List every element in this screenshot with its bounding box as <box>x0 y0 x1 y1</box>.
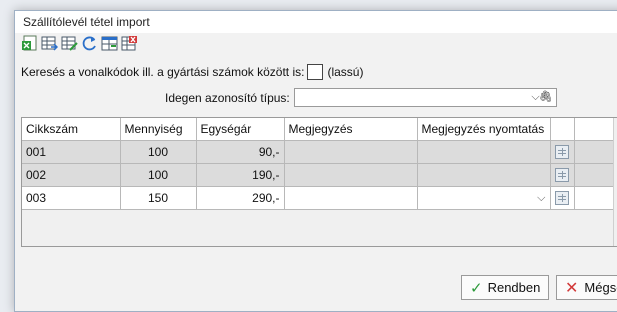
table-row[interactable]: 002 100 190,- <box>22 163 615 187</box>
cancel-label: Mégse <box>584 280 617 295</box>
cell-filler <box>574 163 615 187</box>
foreign-id-row: Idegen azonosító típus: ⌵ 🖇 <box>165 88 557 107</box>
col-header-egysegar[interactable]: Egységár <box>196 118 285 141</box>
col-header-filler <box>574 118 615 141</box>
col-header-megjegyzes-nyomtatas[interactable]: Megjegyzés nyomtatás <box>417 118 551 141</box>
slow-search-checkbox[interactable] <box>307 64 324 80</box>
table-grid-icon[interactable] <box>555 145 569 159</box>
cell-megjegyzes-nyomtatas[interactable]: ⌵ <box>417 186 551 210</box>
search-option-row: Keresés a vonalkódok ill. a gyártási szá… <box>21 64 363 80</box>
vertical-scrollbar[interactable]: ▲ ▼ <box>613 118 617 246</box>
table-edit-icon[interactable] <box>61 35 78 52</box>
col-header-megjegyzes[interactable]: Megjegyzés <box>284 118 418 141</box>
excel-import-icon[interactable] <box>21 35 38 52</box>
close-icon: ✕ <box>565 279 579 297</box>
cell-egysegar[interactable]: 290,- <box>196 186 285 210</box>
cell-megjegyzes-nyomtatas[interactable] <box>417 163 551 187</box>
col-header-action <box>550 118 575 141</box>
check-icon: ✓ <box>470 279 483 297</box>
ok-label: Rendben <box>487 280 541 295</box>
cell-mennyiseg[interactable]: 150 <box>120 186 197 210</box>
table-grid-icon[interactable] <box>555 191 569 205</box>
header-row: Cikkszám Mennyiség Egységár Megjegyzés M… <box>22 118 615 141</box>
table-row[interactable]: 003 150 290,- ⌵ <box>22 186 615 210</box>
foreign-id-label: Idegen azonosító típus: <box>165 90 290 105</box>
cell-megjegyzes-nyomtatas[interactable] <box>417 140 551 164</box>
col-header-cikkszam[interactable]: Cikkszám <box>22 118 121 141</box>
cell-action[interactable] <box>550 163 575 187</box>
search-label: Keresés a vonalkódok ill. a gyártási szá… <box>21 65 305 79</box>
cell-filler <box>574 140 615 164</box>
import-dialog: Szállítólevél tétel import × Keresés a v… <box>14 10 617 312</box>
toolbar <box>21 35 138 57</box>
cell-cikkszam[interactable]: 002 <box>22 163 121 187</box>
foreign-id-select[interactable]: ⌵ 🖇 <box>293 88 557 107</box>
cell-megjegyzes[interactable] <box>284 186 418 210</box>
chevron-down-icon[interactable]: ⌵ <box>537 192 545 205</box>
cancel-button[interactable]: ✕ Mégse <box>556 275 617 300</box>
items-grid: Cikkszám Mennyiség Egységár Megjegyzés M… <box>21 117 617 247</box>
ok-button[interactable]: ✓ Rendben <box>461 275 549 300</box>
cell-action[interactable] <box>550 140 575 164</box>
cell-mennyiseg[interactable]: 100 <box>120 140 197 164</box>
delete-table-icon[interactable] <box>121 35 138 52</box>
paperclip-icon[interactable]: 🖇 <box>539 90 553 103</box>
table-export-icon[interactable] <box>41 35 58 52</box>
cell-action[interactable] <box>550 186 575 210</box>
refresh-icon[interactable] <box>81 35 98 52</box>
cell-cikkszam[interactable]: 003 <box>22 186 121 210</box>
cell-filler <box>574 186 615 210</box>
col-header-mennyiseg[interactable]: Mennyiség <box>120 118 197 141</box>
items-table: Cikkszám Mennyiség Egységár Megjegyzés M… <box>22 118 615 210</box>
table-grid-icon[interactable] <box>555 168 569 182</box>
cell-megjegyzes[interactable] <box>284 140 418 164</box>
cell-cikkszam[interactable]: 001 <box>22 140 121 164</box>
cell-egysegar[interactable]: 190,- <box>196 163 285 187</box>
cell-mennyiseg[interactable]: 100 <box>120 163 197 187</box>
cell-megjegyzes[interactable] <box>284 163 418 187</box>
cell-egysegar[interactable]: 90,- <box>196 140 285 164</box>
title-bar: Szállítólevél tétel import × <box>15 11 617 33</box>
window-title: Szállítólevél tétel import <box>23 15 150 29</box>
table-row[interactable]: 001 100 90,- <box>22 140 615 164</box>
column-layout-icon[interactable] <box>101 35 118 52</box>
slow-label: (lassú) <box>327 65 364 79</box>
